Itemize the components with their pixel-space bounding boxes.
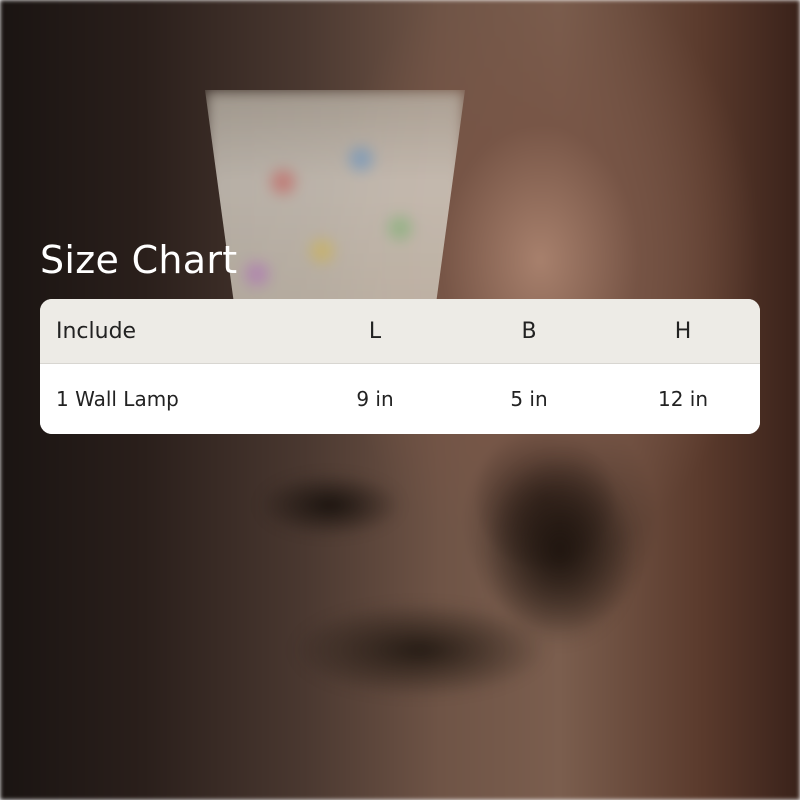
cell-length: 9 in bbox=[356, 387, 394, 411]
cell-include: 1 Wall Lamp bbox=[56, 387, 179, 411]
lamp-shade-image bbox=[205, 90, 465, 320]
cell-breadth: 5 in bbox=[510, 387, 548, 411]
cell-height: 12 in bbox=[657, 387, 709, 411]
lamp-arm-image bbox=[260, 450, 640, 740]
header-include: Include bbox=[56, 318, 137, 344]
header-breadth: B bbox=[521, 318, 537, 344]
header-length: L bbox=[368, 318, 382, 344]
page-title: Size Chart bbox=[40, 238, 238, 282]
table-header-row: Include L B H bbox=[40, 299, 760, 364]
table-row: 1 Wall Lamp 9 in 5 in 12 in bbox=[40, 364, 760, 434]
header-height: H bbox=[674, 318, 692, 344]
size-chart-table: Include L B H 1 Wall Lamp 9 in 5 in 12 i… bbox=[40, 299, 760, 434]
